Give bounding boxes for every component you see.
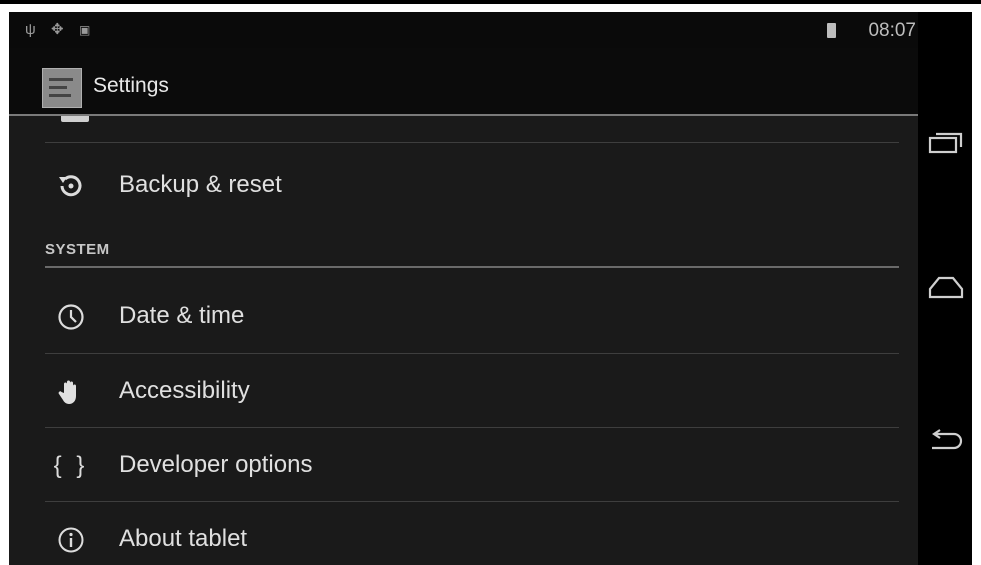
info-icon <box>53 522 89 558</box>
section-divider <box>45 266 899 268</box>
section-header-system: SYSTEM <box>45 241 110 258</box>
settings-app-icon[interactable] <box>42 68 82 108</box>
list-item-label: Accessibility <box>119 377 250 404</box>
settings-list[interactable]: Backup & reset SYSTEM Date & time Access… <box>9 116 918 565</box>
usb-icon: ψ <box>25 21 36 38</box>
list-item-label: Backup & reset <box>119 171 282 198</box>
backup-reset-icon <box>53 168 89 204</box>
back-icon[interactable] <box>926 420 966 460</box>
status-time: 08:07 <box>868 20 916 41</box>
list-item-about-tablet[interactable]: About tablet <box>45 502 899 565</box>
list-item-label: Date & time <box>119 302 245 329</box>
home-icon[interactable] <box>926 267 966 307</box>
recent-apps-icon[interactable] <box>926 122 966 162</box>
clock-icon <box>53 299 89 335</box>
notification-icon: ▣ <box>79 23 91 37</box>
braces-icon: { } <box>53 452 89 479</box>
list-item-developer-options[interactable]: { } Developer options <box>45 428 899 502</box>
list-item-label: Developer options <box>119 451 313 478</box>
list-item-label: About tablet <box>119 525 248 552</box>
list-item-date-time[interactable]: Date & time <box>45 279 899 353</box>
navigation-bar <box>918 12 972 565</box>
status-bar: ψ ✥ ▣ 08:07 <box>9 12 918 48</box>
top-border <box>0 0 981 4</box>
keyboard-icon <box>61 116 89 122</box>
list-item-backup-reset[interactable]: Backup & reset <box>45 148 899 222</box>
hand-icon <box>53 374 89 410</box>
device-screen: ψ ✥ ▣ 08:07 Settings Backup & reset SYST… <box>9 12 972 565</box>
list-item-accessibility[interactable]: Accessibility <box>45 354 899 428</box>
action-bar: Settings <box>9 48 918 114</box>
page-title: Settings <box>93 74 169 97</box>
battery-icon <box>827 23 836 38</box>
android-debug-icon: ✥ <box>51 21 64 38</box>
list-item-partial[interactable] <box>45 116 899 142</box>
list-separator <box>45 142 899 143</box>
